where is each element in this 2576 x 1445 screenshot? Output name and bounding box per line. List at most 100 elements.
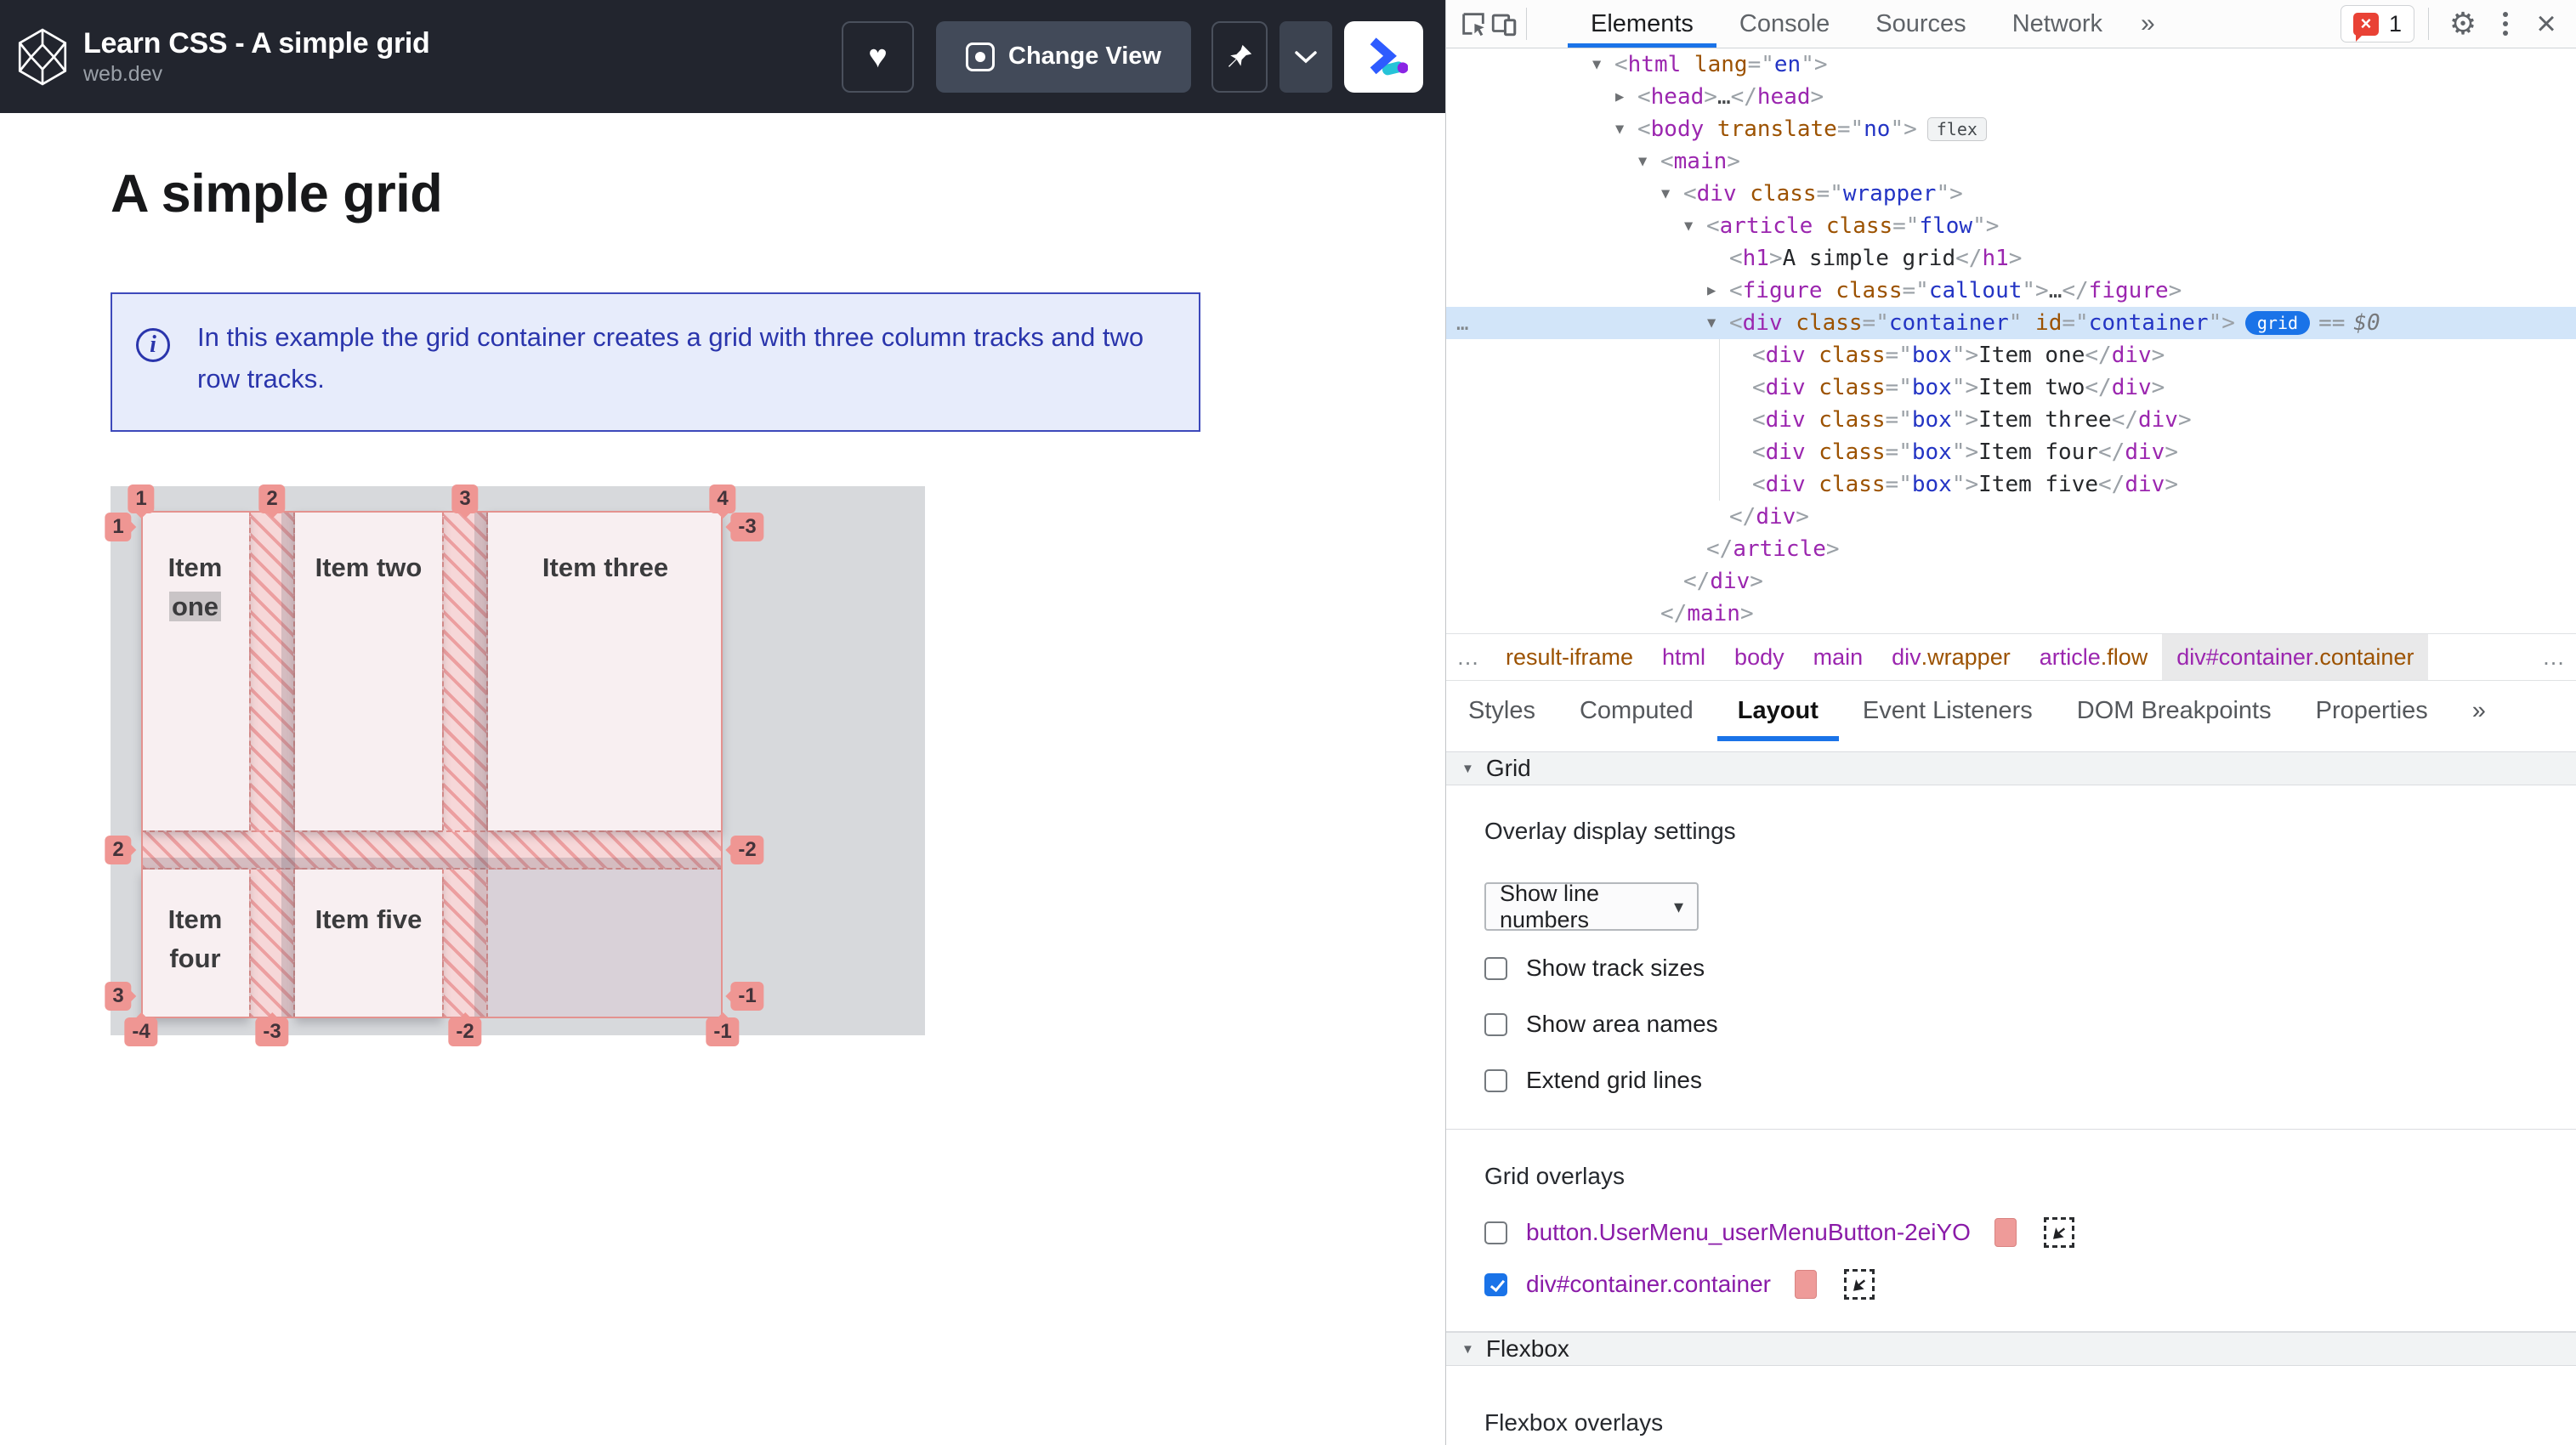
- breadcrumb-item[interactable]: div #container .container: [2162, 634, 2429, 680]
- dom-token: Item one: [1978, 343, 2085, 368]
- badge-tail: [129, 843, 144, 857]
- pin-button[interactable]: [1211, 20, 1268, 93]
- badge-tail: [718, 520, 733, 534]
- dom-tree-row[interactable]: ▼ < article class =" flow ">: [1446, 210, 2576, 242]
- dom-token: >: [2177, 407, 2192, 433]
- overlay-display-settings-label: Overlay display settings: [1484, 818, 1736, 844]
- more-views-button[interactable]: [1279, 20, 1332, 93]
- flexbox-overlays-label: Flexbox overlays: [1484, 1409, 1664, 1436]
- devtools-tab-console[interactable]: Console: [1716, 0, 1853, 48]
- breadcrumb-item[interactable]: body: [1720, 634, 1799, 680]
- breadcrumb-item[interactable]: main: [1799, 634, 1878, 680]
- checkbox-show-track-sizes[interactable]: [1484, 956, 1507, 980]
- dom-tree-row[interactable]: ▶ < figure class =" callout ">… </figure >: [1446, 275, 2576, 307]
- grid-line-number: -4: [132, 1020, 150, 1043]
- flex-badge[interactable]: flex: [1926, 117, 1987, 141]
- kebab-menu-icon[interactable]: [2490, 8, 2521, 39]
- dom-tree-row[interactable]: </div >: [1446, 565, 2576, 598]
- expand-arrow-icon[interactable]: ▶: [1707, 282, 1729, 299]
- expand-arrow-icon[interactable]: ▼: [1592, 56, 1614, 73]
- expand-arrow-icon[interactable]: ▼: [1684, 218, 1706, 235]
- dom-tree-row[interactable]: ▼ < body translate =" no "> flex: [1446, 113, 2576, 145]
- overlay-checkbox[interactable]: [1484, 1221, 1507, 1244]
- expand-arrow-icon[interactable]: ▶: [1615, 88, 1637, 105]
- dom-token: </: [1706, 536, 1733, 562]
- devtools-tab-elements[interactable]: Elements: [1568, 0, 1716, 48]
- dom-token: =": [1885, 343, 1912, 368]
- dom-tree-row[interactable]: </div >: [1446, 501, 2576, 533]
- tab-dom-breakpoints[interactable]: DOM Breakpoints: [2055, 681, 2294, 741]
- dom-token: ">: [1951, 472, 1979, 497]
- flexbox-section-header[interactable]: ▼ Flexbox: [1446, 1332, 2576, 1366]
- dom-token: box: [1911, 343, 1952, 368]
- device-toolbar-icon[interactable]: [1489, 8, 1519, 39]
- dom-token: div: [1742, 310, 1783, 336]
- dom-tree-row[interactable]: < div class =" box "> Item four </div >: [1446, 436, 2576, 468]
- expand-arrow-icon[interactable]: ▼: [1661, 185, 1683, 202]
- dom-tree-row[interactable]: … ▼ < div class =" container " id =" container ">…: [1446, 307, 2576, 339]
- devtools-tab-sources[interactable]: Sources: [1853, 0, 1989, 48]
- dom-tree-row[interactable]: < div class =" box "> Item two </div >: [1446, 371, 2576, 404]
- breadcrumb-overflow-icon[interactable]: …: [1446, 644, 1491, 671]
- more-tabs-icon[interactable]: »: [2450, 681, 2508, 741]
- tab-properties[interactable]: Properties: [2294, 681, 2450, 741]
- overlay-element-label[interactable]: button.UserMenu_userMenuButton-2eiYO: [1526, 1219, 1971, 1246]
- dom-token: <: [1752, 439, 1766, 465]
- grid-section-header[interactable]: ▼ Grid: [1446, 751, 2576, 785]
- breadcrumb-segment: result-iframe: [1506, 643, 1634, 670]
- dom-tree-row[interactable]: </main >: [1446, 598, 2576, 630]
- close-devtools-icon[interactable]: ×: [2531, 5, 2562, 42]
- breadcrumb-item[interactable]: div .wrapper: [1877, 634, 2025, 680]
- breadcrumb-item[interactable]: html: [1648, 634, 1720, 680]
- page-title: A simple grid: [111, 164, 443, 224]
- inspect-element-icon[interactable]: [1458, 8, 1489, 39]
- breadcrumb-overflow-icon[interactable]: …: [2532, 644, 2576, 671]
- dom-token: >: [2165, 472, 2178, 497]
- glitch-editor-button[interactable]: [1344, 20, 1423, 93]
- show-element-icon[interactable]: [1843, 1269, 1875, 1300]
- breadcrumb-item[interactable]: result-iframe: [1491, 634, 1648, 680]
- tab-computed[interactable]: Computed: [1558, 681, 1716, 741]
- dom-token: =": [1885, 439, 1912, 465]
- show-element-icon[interactable]: [2043, 1217, 2074, 1248]
- overlay-color-swatch[interactable]: [1794, 1270, 1817, 1299]
- error-count-badge[interactable]: × 1: [2340, 5, 2414, 42]
- expand-arrow-icon[interactable]: ▼: [1615, 121, 1637, 138]
- dom-tree-row[interactable]: < div class =" box "> Item one </div >: [1446, 339, 2576, 371]
- change-view-button[interactable]: Change View: [936, 20, 1191, 93]
- expand-arrow-icon[interactable]: ▼: [1638, 153, 1660, 170]
- grid-item-three: Item three: [488, 511, 723, 830]
- dom-token: div: [1765, 343, 1806, 368]
- dom-tree-row[interactable]: ▶ < head >… </head >: [1446, 81, 2576, 113]
- tab-layout[interactable]: Layout: [1716, 681, 1841, 741]
- more-tabs-icon[interactable]: »: [2125, 9, 2170, 38]
- breadcrumb-item[interactable]: article .flow: [2025, 634, 2163, 680]
- devtools-tab-network[interactable]: Network: [1989, 0, 2125, 48]
- dom-token: Item three: [1978, 407, 2112, 433]
- dom-tree-row[interactable]: </article >: [1446, 533, 2576, 565]
- overlay-color-swatch[interactable]: [1994, 1218, 2017, 1247]
- settings-gear-icon[interactable]: ⚙: [2448, 6, 2478, 41]
- dom-tree-row[interactable]: ▼ < main >: [1446, 145, 2576, 178]
- dom-tree-row[interactable]: ▼ < html lang =" en ">: [1446, 48, 2576, 81]
- dom-token: =": [2062, 310, 2089, 336]
- overlay-element-label[interactable]: div#container.container: [1526, 1271, 1771, 1298]
- dom-tree-row[interactable]: < h1 > A simple grid </h1 >: [1446, 242, 2576, 275]
- row-options-icon[interactable]: …: [1456, 307, 1470, 339]
- expand-arrow-icon[interactable]: ▼: [1707, 314, 1729, 332]
- tab-event-listeners[interactable]: Event Listeners: [1841, 681, 2055, 741]
- tab-styles[interactable]: Styles: [1446, 681, 1558, 741]
- overlay-checkbox[interactable]: [1484, 1272, 1507, 1296]
- dom-tree-row[interactable]: < div class =" box "> Item three </div >: [1446, 404, 2576, 436]
- grid-badge[interactable]: grid: [2244, 311, 2311, 335]
- dom-tree-row[interactable]: < div class =" box "> Item five </div >: [1446, 468, 2576, 501]
- dom-token: </: [2085, 375, 2112, 400]
- checkbox-show-area-names[interactable]: [1484, 1012, 1507, 1036]
- overlay-line-display-select[interactable]: Show line numbers ▾: [1484, 881, 1699, 932]
- dom-token: >: [2168, 278, 2182, 303]
- favorite-button[interactable]: ♥: [842, 20, 914, 93]
- checkbox-extend-grid-lines[interactable]: [1484, 1068, 1507, 1092]
- info-icon: i: [136, 328, 170, 362]
- dom-tree-row[interactable]: ▼ < div class =" wrapper ">: [1446, 178, 2576, 210]
- dom-token: Item five: [1978, 472, 2099, 497]
